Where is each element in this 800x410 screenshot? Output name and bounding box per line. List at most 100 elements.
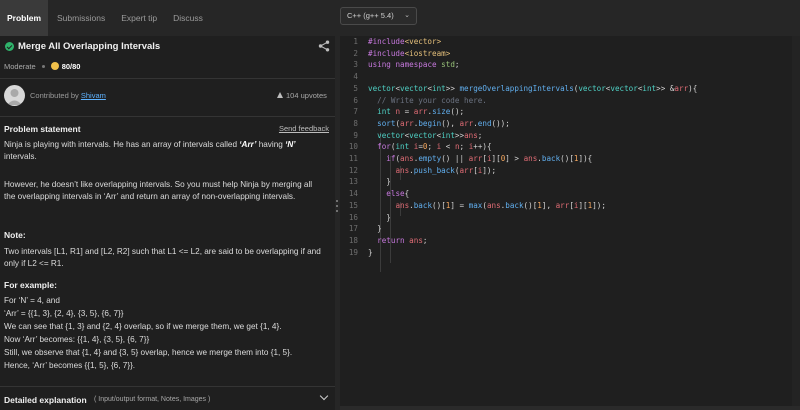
upvote-count: 104 upvotes xyxy=(286,91,327,100)
upvote-icon[interactable] xyxy=(277,92,283,98)
code-line[interactable]: 12 ans.push_back(arr[i]); xyxy=(340,165,792,177)
code-text[interactable]: } xyxy=(368,247,373,259)
tab-discuss[interactable]: Discuss xyxy=(166,0,210,36)
example-heading: For example: xyxy=(4,280,57,290)
separator-dot xyxy=(41,64,45,68)
code-text[interactable]: using namespace std; xyxy=(368,59,459,71)
code-text[interactable]: ans.push_back(arr[i]); xyxy=(368,165,496,177)
code-text[interactable]: vector<vector<int>>ans; xyxy=(368,130,482,142)
avatar xyxy=(4,85,25,106)
line-number: 3 xyxy=(353,60,358,70)
difficulty-label: Moderate xyxy=(4,61,36,71)
example-line: Now ‘Arr’ becomes: {{1, 4}, {3, 5}, {6, … xyxy=(4,335,150,344)
code-text[interactable]: vector<vector<int>> mergeOverlappingInte… xyxy=(368,83,697,95)
line-number: 17 xyxy=(348,224,358,234)
code-line[interactable]: 3 using namespace std; xyxy=(340,59,792,71)
tab-problem[interactable]: Problem xyxy=(0,0,49,36)
line-number: 16 xyxy=(348,212,358,222)
code-line[interactable]: 14 else{ xyxy=(340,188,792,200)
line-number: 4 xyxy=(353,72,358,82)
example-line: Still, we observe that {1, 4} and {3, 5}… xyxy=(4,348,293,357)
line-number: 19 xyxy=(348,247,358,257)
code-line[interactable]: 11 if(ans.empty() || arr[i][0] > ans.bac… xyxy=(340,153,792,165)
code-text[interactable]: ans.back()[1] = max(ans.back()[1], arr[i… xyxy=(368,200,606,212)
send-feedback-link[interactable]: Send feedback xyxy=(279,124,329,133)
code-text[interactable]: int n = arr.size(); xyxy=(368,106,464,118)
language-select[interactable]: C++ (g++ 5.4) ⌄ xyxy=(340,7,417,25)
code-line[interactable]: 8 sort(arr.begin(), arr.end()); xyxy=(340,118,792,130)
code-line[interactable]: 4 xyxy=(340,71,792,83)
problem-pane: Merge All Overlapping Intervals Moderate… xyxy=(0,36,335,410)
contributor-row: Contributed by Shivam 104 upvotes xyxy=(4,85,330,106)
code-text[interactable]: // Write your code here. xyxy=(368,95,487,107)
tab-expert-tip[interactable]: Expert tip xyxy=(114,0,164,36)
line-number: 9 xyxy=(353,130,358,140)
vertical-scrollbar[interactable] xyxy=(792,36,800,410)
code-line[interactable]: 18 return ans; xyxy=(340,235,792,247)
code-line[interactable]: 10 for(int i=0; i < n; i++){ xyxy=(340,141,792,153)
code-line[interactable]: 9 vector<vector<int>>ans; xyxy=(340,130,792,142)
para1-text-c: intervals. xyxy=(4,151,37,161)
chevron-down-icon xyxy=(319,391,329,401)
para1-text-b: having xyxy=(256,140,286,149)
para1-text-a: Ninja is playing with intervals. He has … xyxy=(4,140,240,149)
code-text[interactable]: return ans; xyxy=(368,235,427,247)
code-text[interactable]: #include<vector> xyxy=(368,36,441,48)
problem-title: Merge All Overlapping Intervals xyxy=(18,41,161,52)
code-text[interactable]: } xyxy=(368,176,391,188)
problem-title-row: Merge All Overlapping Intervals xyxy=(4,39,330,55)
para1-em-n: ‘N’ xyxy=(285,140,296,149)
problem-paragraph-1: Ninja is playing with intervals. He has … xyxy=(4,139,324,162)
example-line: Hence, ‘Arr’ becomes {{1, 5}, {6, 7}}. xyxy=(4,361,136,370)
code-text[interactable]: } xyxy=(368,212,391,224)
divider xyxy=(0,116,335,117)
horizontal-scrollbar[interactable] xyxy=(340,406,800,410)
line-number: 18 xyxy=(348,235,358,245)
language-select-value: C++ (g++ 5.4) xyxy=(347,11,394,20)
code-line[interactable]: 15 ans.back()[1] = max(ans.back()[1], ar… xyxy=(340,200,792,212)
code-line[interactable]: 6 // Write your code here. xyxy=(340,95,792,107)
code-text[interactable]: else{ xyxy=(368,188,409,200)
code-line[interactable]: 17 } xyxy=(340,223,792,235)
contributor-link[interactable]: Shivam xyxy=(81,91,106,100)
code-line[interactable]: 5 vector<vector<int>> mergeOverlappingInt… xyxy=(340,83,792,95)
check-circle-icon xyxy=(5,42,14,51)
example-line: ‘Arr’ = {{1, 3}, {2, 4}, {3, 5}, {6, 7}} xyxy=(4,309,124,318)
problem-meta: Moderate 80/80 xyxy=(4,60,80,72)
detailed-explanation-toggle[interactable]: Detailed explanation ( Input/output form… xyxy=(0,386,335,410)
line-number: 6 xyxy=(353,95,358,105)
problem-tabs: Problem Submissions Expert tip Discuss xyxy=(0,0,210,36)
line-number: 12 xyxy=(348,165,358,175)
code-text[interactable]: sort(arr.begin(), arr.end()); xyxy=(368,118,510,130)
chevron-down-icon: ⌄ xyxy=(404,12,410,19)
tab-submissions[interactable]: Submissions xyxy=(50,0,112,36)
share-icon[interactable] xyxy=(318,40,330,52)
top-tab-bar: Problem Submissions Expert tip Discuss C… xyxy=(0,0,800,36)
contributed-by-label: Contributed by xyxy=(30,91,79,100)
drag-grip-icon[interactable] xyxy=(336,200,339,218)
code-text[interactable]: #include<iostream> xyxy=(368,48,450,60)
code-text[interactable]: if(ans.empty() || arr[i][0] > ans.back()… xyxy=(368,153,592,165)
detailed-explanation-heading: Detailed explanation xyxy=(4,395,87,405)
example-line: We can see that {1, 3} and {2, 4} overla… xyxy=(4,322,282,331)
line-number: 10 xyxy=(348,142,358,152)
score: 80/80 xyxy=(61,61,81,71)
line-number: 7 xyxy=(353,107,358,117)
divider xyxy=(0,78,335,79)
code-editor[interactable]: 1 #include<vector> 2 #include<iostream> 3 usi… xyxy=(340,36,800,410)
code-text[interactable]: } xyxy=(368,223,382,235)
example-line: For ‘N’ = 4, and xyxy=(4,296,60,305)
contributor-text: Contributed by Shivam xyxy=(30,91,106,100)
code-line[interactable]: 2 #include<iostream> xyxy=(340,48,792,60)
line-number: 1 xyxy=(353,37,358,46)
code-line[interactable]: 19} xyxy=(340,247,792,259)
problem-paragraph-2: However, he doesn’t like overlapping int… xyxy=(4,180,313,201)
code-text[interactable]: for(int i=0; i < n; i++){ xyxy=(368,141,491,153)
line-number: 14 xyxy=(348,189,358,199)
code-line[interactable]: 7 int n = arr.size(); xyxy=(340,106,792,118)
code-line[interactable]: 16 } xyxy=(340,212,792,224)
line-number: 5 xyxy=(353,83,358,93)
code-line[interactable]: 1 #include<vector> xyxy=(340,36,792,48)
detailed-explanation-subtitle: ( Input/output format, Notes, Images ) xyxy=(94,396,211,403)
code-line[interactable]: 13 } xyxy=(340,176,792,188)
